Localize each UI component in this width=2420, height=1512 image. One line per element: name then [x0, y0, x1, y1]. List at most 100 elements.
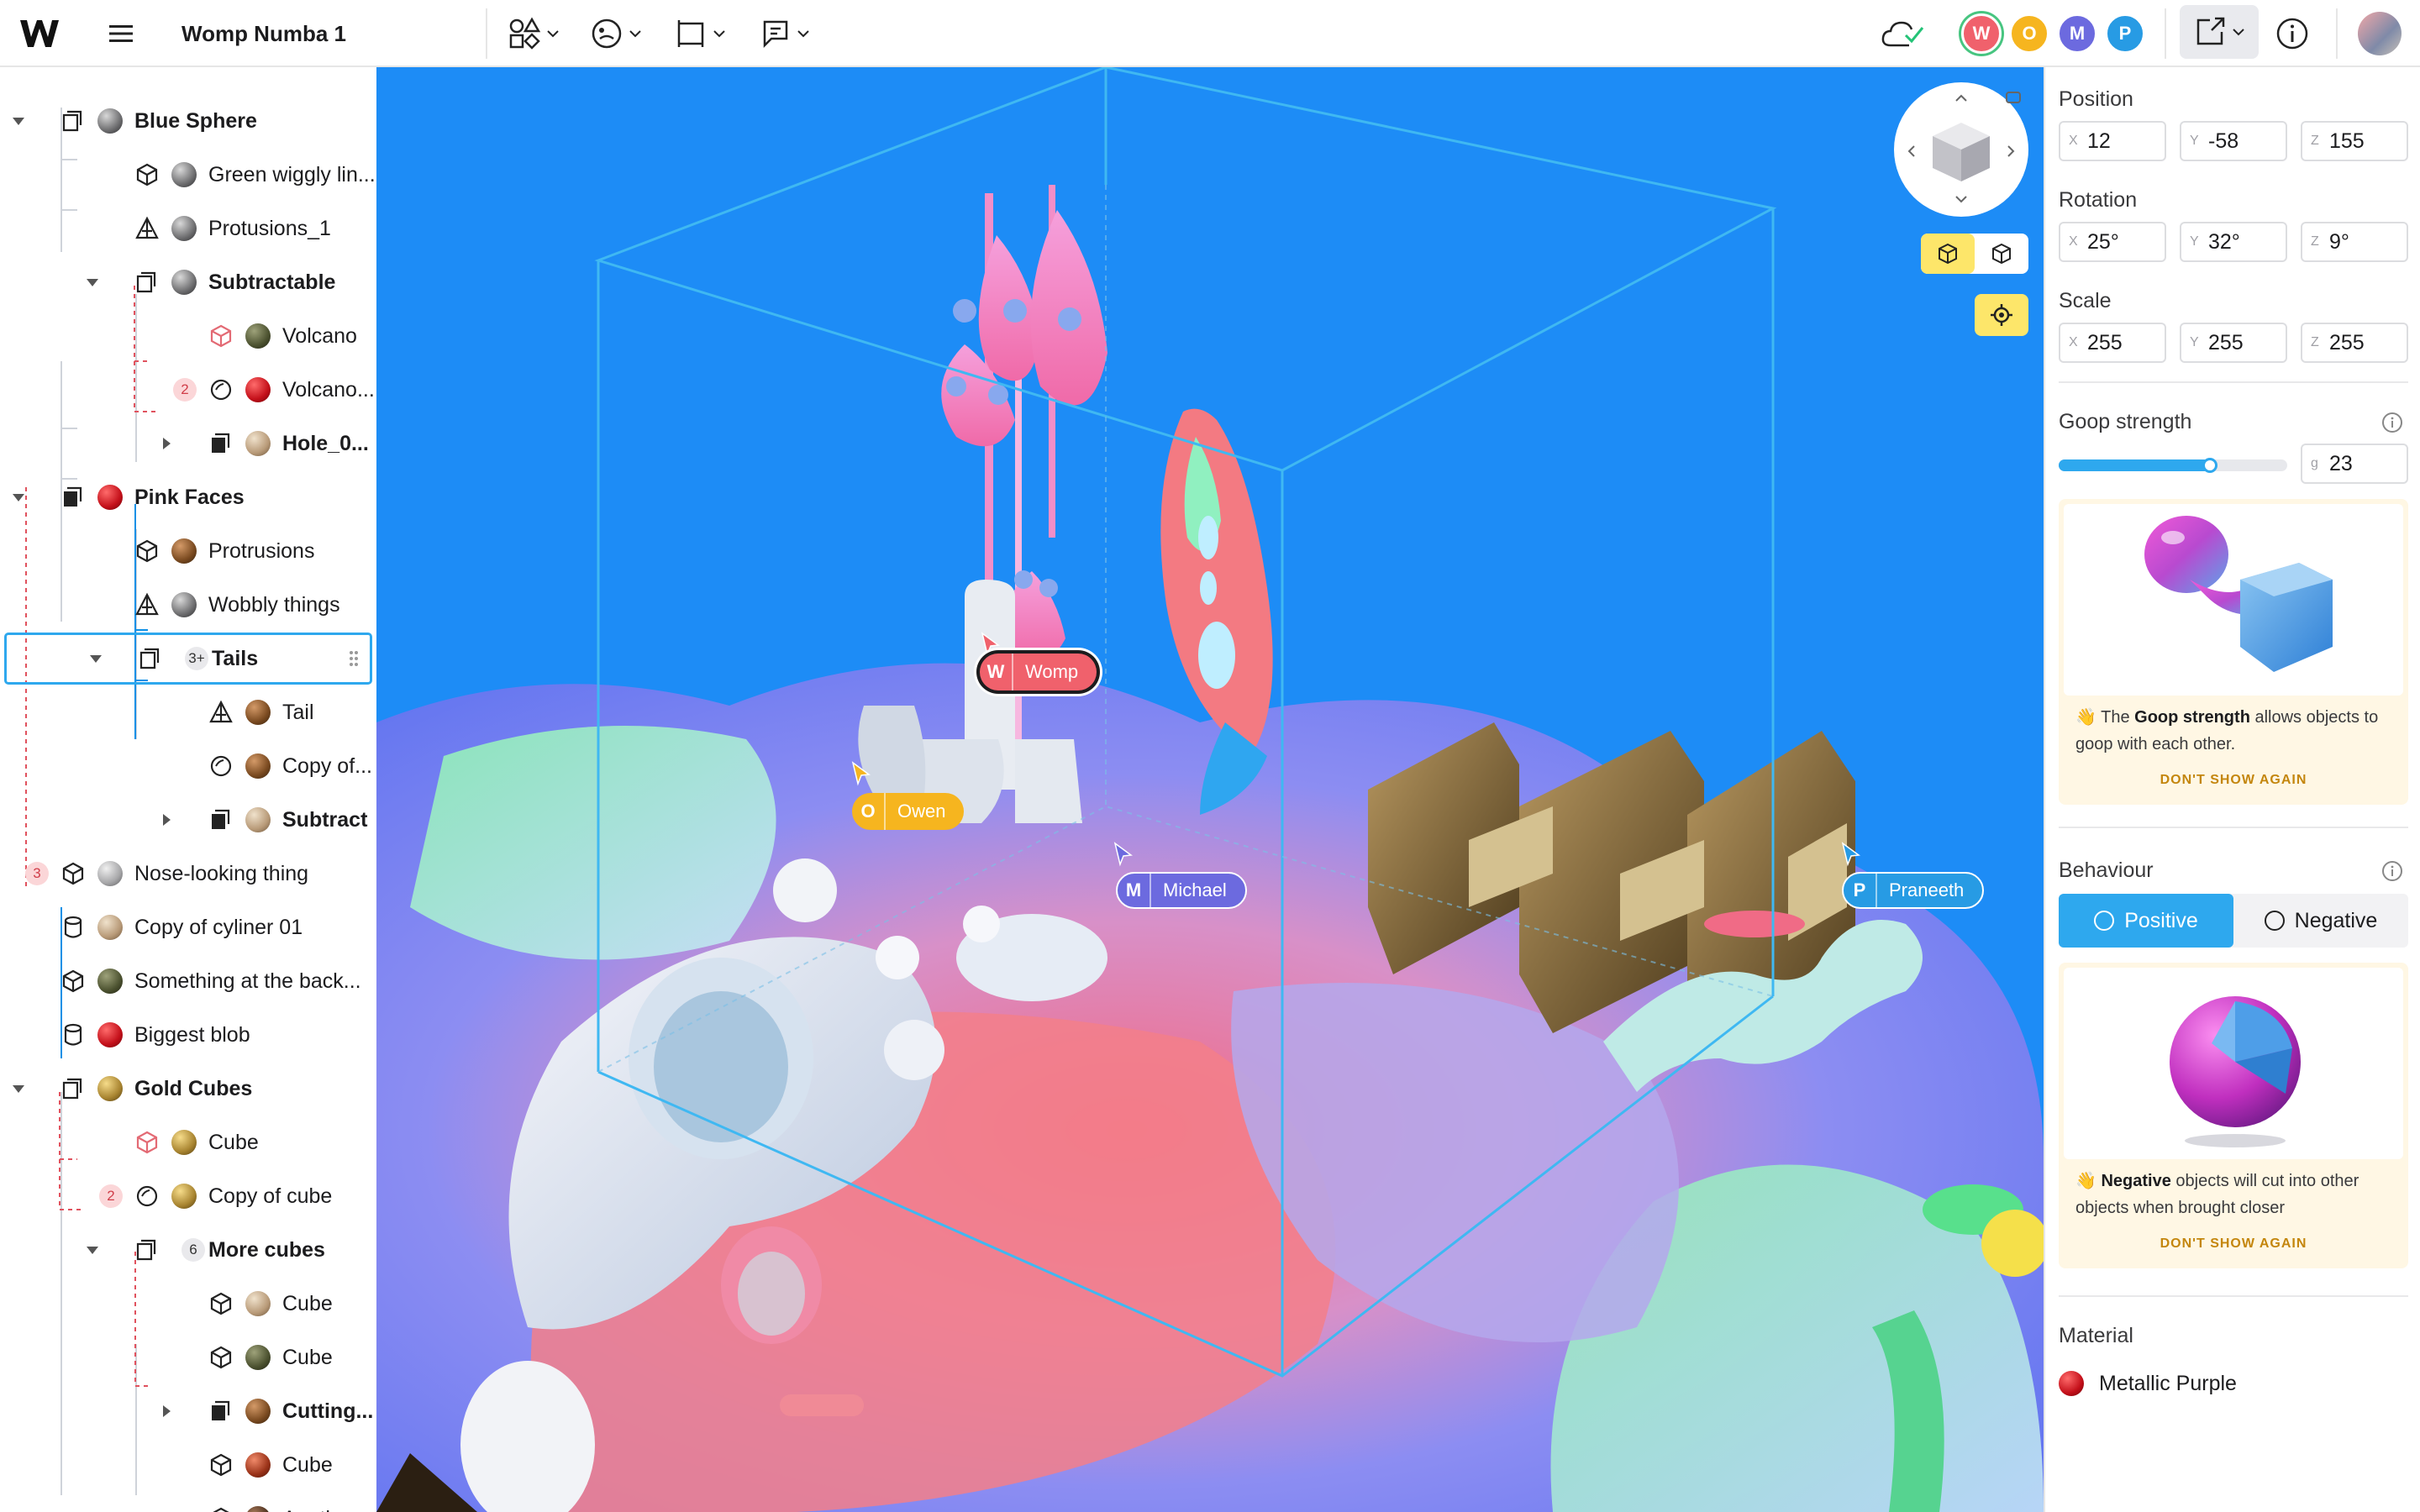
group-icon: [62, 110, 82, 132]
chevron-down-icon: [797, 30, 809, 38]
material-ball-icon: [97, 1022, 123, 1047]
tree-row[interactable]: Cube: [0, 1116, 376, 1169]
rotation-y-field[interactable]: Y 32°: [2180, 222, 2287, 262]
negative-button[interactable]: Negative: [2233, 894, 2408, 948]
menu-icon[interactable]: [104, 20, 138, 47]
info-icon[interactable]: [2274, 15, 2311, 52]
sculpt-tool[interactable]: [590, 15, 642, 52]
view-cube-gizmo[interactable]: [1894, 82, 2028, 217]
add-shape-tool[interactable]: [508, 15, 560, 52]
tree-row-label: Cube: [208, 1131, 259, 1154]
goop-slider-knob[interactable]: [2202, 458, 2217, 473]
3d-viewport[interactable]: W Womp O Owen M Michael P Praneeth: [376, 67, 2044, 1512]
material-ball-icon: [171, 270, 197, 295]
tree-row[interactable]: Something at the back...: [0, 954, 376, 1008]
rotation-z-field[interactable]: Z 9°: [2301, 222, 2408, 262]
tree-row[interactable]: Subtract: [0, 793, 376, 847]
behaviour-dont-show-again-button[interactable]: DON'T SHOW AGAIN: [2064, 1221, 2403, 1263]
avatar-owen[interactable]: O: [2009, 13, 2049, 54]
chevron-down-icon[interactable]: [84, 274, 101, 291]
tree-row[interactable]: Cutting...: [0, 1384, 376, 1438]
womp-logo-icon[interactable]: [18, 17, 60, 50]
tree-row[interactable]: Tail: [0, 685, 376, 739]
scale-x-field[interactable]: X 255: [2059, 323, 2166, 363]
tree-row[interactable]: Copy of cyliner 01: [0, 900, 376, 954]
orthographic-view-button[interactable]: [1975, 234, 2028, 274]
chevron-down-icon[interactable]: [10, 113, 27, 129]
material-ball-icon: [245, 753, 271, 779]
goop-strength-slider[interactable]: [2059, 458, 2287, 473]
chevron-down-icon[interactable]: [87, 650, 104, 667]
material-selector[interactable]: Metallic Purple: [2059, 1371, 2237, 1396]
tree-row[interactable]: Blue Sphere: [0, 94, 376, 148]
comment-tool[interactable]: [758, 15, 810, 52]
position-y-field[interactable]: Y -58: [2180, 121, 2287, 161]
axis-x: X: [2069, 134, 2078, 148]
tree-row[interactable]: Another: [0, 1492, 376, 1512]
tree-row-label: Nose-looking thing: [134, 862, 309, 885]
avatar-womp[interactable]: W: [1961, 13, 2002, 54]
tree-row[interactable]: Pink Faces: [0, 470, 376, 524]
document-title[interactable]: Womp Numba 1: [182, 18, 346, 49]
goop-tip-bold: Goop strength: [2134, 708, 2250, 727]
tree-row[interactable]: 6 More cubes: [0, 1223, 376, 1277]
tree-row[interactable]: 3 Nose-looking thing: [0, 847, 376, 900]
avatar-praneeth[interactable]: P: [2105, 13, 2145, 54]
axis-x: X: [2069, 234, 2078, 249]
group-icon: [139, 648, 160, 669]
tree-row[interactable]: Protusions_1: [0, 202, 376, 255]
tree-row[interactable]: Protrusions: [0, 524, 376, 578]
tree-row-label: Protrusions: [208, 539, 315, 563]
tree-row-label: Hole_0...: [282, 432, 369, 455]
drag-handle-icon[interactable]: [348, 649, 360, 668]
perspective-view-button[interactable]: [1921, 234, 1975, 274]
focus-target-button[interactable]: [1975, 294, 2028, 336]
tree-row[interactable]: 2 Copy of cube: [0, 1169, 376, 1223]
tree-row[interactable]: Subtractable: [0, 255, 376, 309]
row-count-badge: 6: [182, 1238, 205, 1262]
rotation-x-field[interactable]: X 25°: [2059, 222, 2166, 262]
tree-row[interactable]: Gold Cubes: [0, 1062, 376, 1116]
behaviour-info-icon[interactable]: [2381, 860, 2403, 882]
scale-y-field[interactable]: Y 255: [2180, 323, 2287, 363]
material-ball-icon: [171, 1184, 197, 1209]
share-button[interactable]: [2180, 5, 2259, 59]
position-x-field[interactable]: X 12: [2059, 121, 2166, 161]
tree-row[interactable]: Cube: [0, 1438, 376, 1492]
tree-row-label: Cube: [282, 1292, 333, 1315]
3d-scene-render[interactable]: [376, 67, 2044, 1512]
chevron-right-icon[interactable]: [158, 435, 175, 452]
tree-row[interactable]: Biggest blob: [0, 1008, 376, 1062]
goop-dont-show-again-button[interactable]: DON'T SHOW AGAIN: [2064, 758, 2403, 800]
goop-strength-field[interactable]: g 23: [2301, 444, 2408, 484]
tree-row[interactable]: Green wiggly lin...: [0, 148, 376, 202]
tree-row[interactable]: Cube: [0, 1331, 376, 1384]
negative-label: Negative: [2294, 908, 2378, 932]
chevron-down-icon[interactable]: [10, 1080, 27, 1097]
cursor-label-womp: W Womp: [980, 654, 1097, 690]
chevron-down-icon[interactable]: [10, 489, 27, 506]
behaviour-segmented-control: Positive Negative: [2059, 894, 2408, 948]
tree-row[interactable]: Copy of...: [0, 739, 376, 793]
tree-row[interactable]: Wobbly things: [0, 578, 376, 632]
positive-button[interactable]: Positive: [2059, 894, 2233, 948]
user-profile-avatar[interactable]: [2358, 12, 2402, 55]
frame-tool[interactable]: [674, 15, 726, 52]
scale-z-field[interactable]: Z 255: [2301, 323, 2408, 363]
position-z-field[interactable]: Z 155: [2301, 121, 2408, 161]
cube-icon: [62, 862, 84, 885]
avatar-michael[interactable]: M: [2057, 13, 2097, 54]
tree-row[interactable]: 3+ Tails: [3, 632, 373, 685]
tree-row[interactable]: Volcano: [0, 309, 376, 363]
tree-row[interactable]: 2 Volcano...: [0, 363, 376, 417]
chevron-down-icon[interactable]: [84, 1242, 101, 1258]
row-count-badge: 2: [99, 1184, 123, 1208]
chevron-right-icon[interactable]: [158, 1403, 175, 1420]
tree-row[interactable]: Hole_0...: [0, 417, 376, 470]
chevron-right-icon[interactable]: [158, 811, 175, 828]
material-ball-icon: [171, 216, 197, 241]
goop-info-icon[interactable]: [2381, 412, 2403, 433]
tree-row[interactable]: Cube: [0, 1277, 376, 1331]
cube-red-icon: [210, 324, 232, 348]
sculpt-icon: [592, 18, 622, 49]
